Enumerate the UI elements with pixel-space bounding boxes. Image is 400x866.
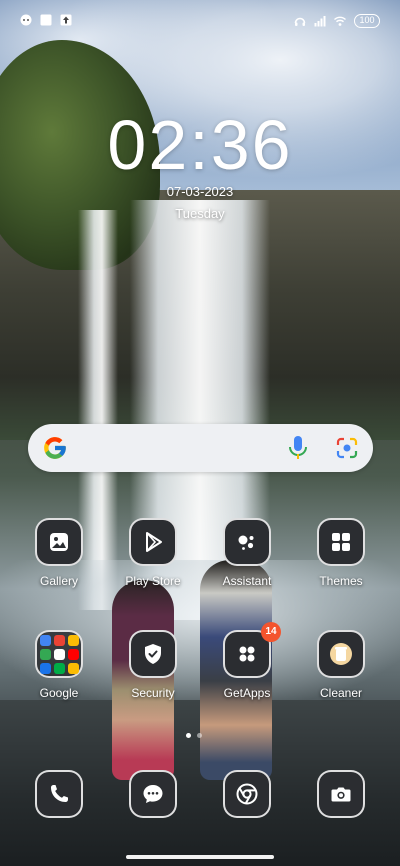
app-label: Gallery [39,574,78,588]
folder-app-icon [67,662,79,674]
app-label: Cleaner [319,686,363,700]
app-getapps[interactable]: 14 GetApps [200,622,294,700]
status-bar: 100 [0,0,400,44]
wifi-icon [334,15,346,27]
headset-icon [294,15,306,27]
notification-badge: 14 [261,622,281,642]
home-gesture-bar[interactable] [126,855,274,859]
camera-icon[interactable] [317,770,365,818]
home-screen: 100 02:36 07-03-2023 Tuesday Gallery Pla… [0,0,400,866]
folder-icon[interactable] [35,630,83,678]
square-icon [40,14,52,26]
folder-app-icon [67,648,79,660]
battery-indicator: 100 [354,14,380,28]
folder-app-icon [53,648,65,660]
cleaner-icon[interactable] [317,630,365,678]
status-bar-right: 100 [294,14,380,28]
app-label: Google [39,686,79,700]
app-play-store[interactable]: Play Store [106,518,200,588]
messages-icon[interactable] [129,770,177,818]
phone-icon[interactable] [35,770,83,818]
app-gallery[interactable]: Gallery [12,518,106,588]
dock-phone[interactable] [12,770,106,818]
folder-app-icon [53,634,65,646]
page-dot-active [186,733,191,738]
google-search-bar[interactable] [28,424,373,472]
page-dot [197,733,202,738]
dock-chrome[interactable] [200,770,294,818]
dock-camera[interactable] [294,770,388,818]
assistant-icon[interactable] [223,518,271,566]
upload-icon [60,14,72,26]
chrome-icon[interactable] [223,770,271,818]
app-label: Security [131,686,175,700]
app-themes[interactable]: Themes [294,518,388,588]
folder-app-icon [39,634,51,646]
folder-app-icon [39,648,51,660]
app-label: Assistant [222,574,272,588]
chat-bubble-icon [20,14,32,26]
folder-app-icon [39,662,51,674]
themes-icon[interactable] [317,518,365,566]
gallery-icon[interactable] [35,518,83,566]
lens-icon[interactable] [335,436,359,460]
wallpaper-cliff [0,190,400,440]
getapps-icon[interactable]: 14 [223,622,281,678]
signal-icon [314,15,326,27]
clock-date: 07-03-2023 [166,184,234,199]
app-label: GetApps [223,686,271,700]
app-cleaner[interactable]: Cleaner [294,630,388,700]
app-security[interactable]: Security [106,630,200,700]
shield-icon[interactable] [129,630,177,678]
folder-app-icon [67,634,79,646]
app-label: Themes [319,574,363,588]
app-assistant[interactable]: Assistant [200,518,294,588]
clock-weekday: Tuesday [175,206,225,221]
google-logo-icon [44,437,66,459]
page-indicator [186,733,202,738]
app-label: Play Store [125,574,181,588]
dock-messages[interactable] [106,770,200,818]
app-folder-google[interactable]: Google [12,630,106,700]
play-store-icon[interactable] [129,518,177,566]
status-bar-left [20,14,72,26]
clock-time[interactable]: 02:36 [0,106,400,184]
folder-app-icon [53,662,65,674]
mic-icon[interactable] [287,435,309,461]
